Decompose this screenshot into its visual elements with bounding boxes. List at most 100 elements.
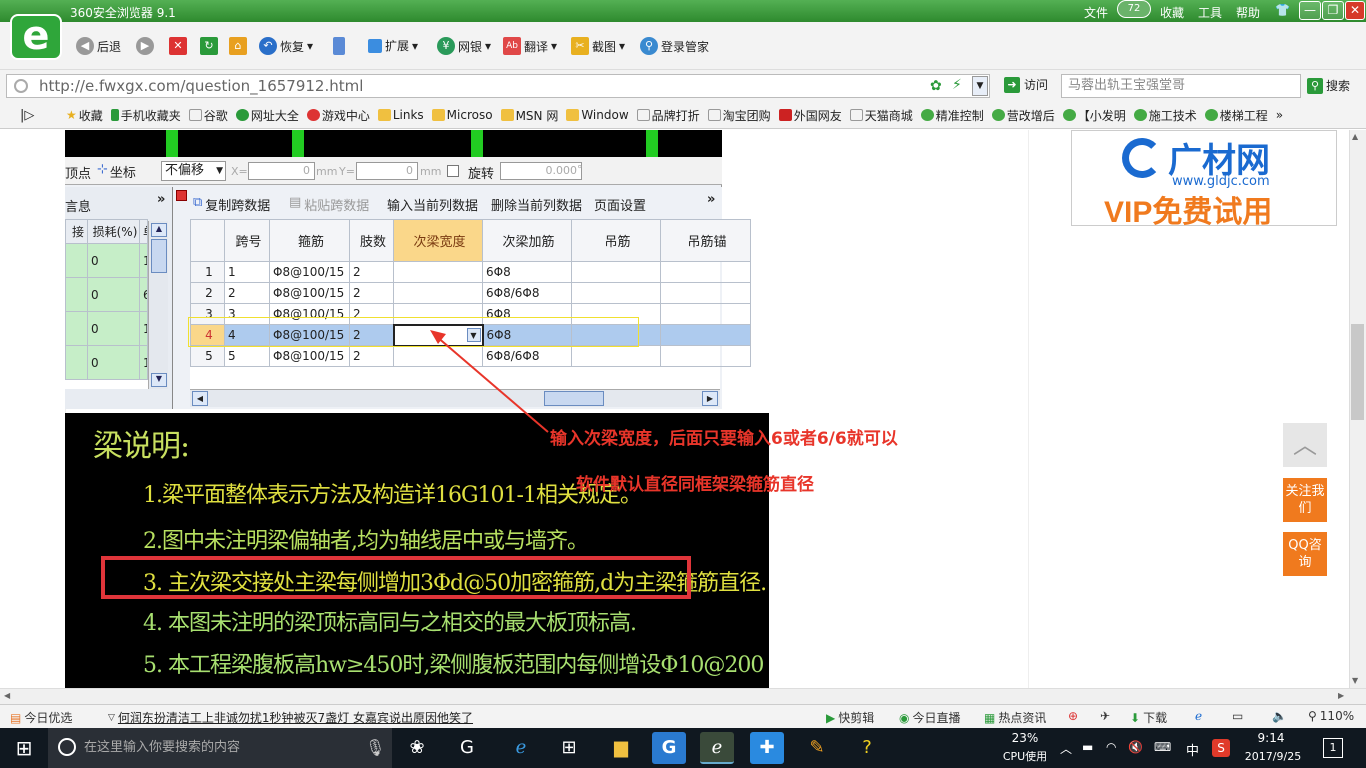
skin-shirt-icon[interactable]: 👕 <box>1275 3 1290 17</box>
follow-us-button[interactable]: 关注我们 <box>1283 478 1327 522</box>
bookmark-item[interactable]: ★ 收藏 <box>66 107 103 124</box>
stop-button[interactable]: ✕ <box>169 37 187 55</box>
address-input[interactable]: http://e.fwxgx.com/question_1657912.html <box>6 74 990 98</box>
drawing-app-icon[interactable]: ✚ <box>750 732 784 764</box>
app-icon[interactable]: G <box>450 732 484 764</box>
copy-span-button[interactable]: ⧉ 复制跨数据 <box>193 195 270 214</box>
mobile-button[interactable] <box>333 37 345 55</box>
search-input[interactable]: 马蓉出轨王宝强堂哥 <box>1061 74 1301 98</box>
rotate-input[interactable]: 0.000 <box>500 162 582 180</box>
store-icon[interactable]: ⊞ <box>552 732 586 764</box>
y-input[interactable]: 0 <box>356 162 418 180</box>
download-button[interactable]: ⬇ 下载 <box>1130 709 1167 726</box>
panel-close-icon[interactable] <box>176 190 187 201</box>
netbank-button[interactable]: ¥ 网银 ▾ <box>437 37 491 55</box>
screenshot-button[interactable]: ✂ 截图 ▾ <box>571 37 625 55</box>
grid-header[interactable]: 肢数 <box>349 219 394 262</box>
forward-button[interactable]: ▶ <box>136 37 154 55</box>
notification-center-button[interactable]: 1 <box>1323 738 1343 758</box>
clock-date[interactable]: 2017/9/25 <box>1240 750 1306 763</box>
bookmark-item[interactable]: 精准控制 <box>920 107 984 124</box>
task-view-icon[interactable]: ❀ <box>400 732 434 764</box>
zoom-control[interactable]: ⚲ 110% <box>1308 709 1354 723</box>
minimize-button[interactable]: — <box>1299 1 1321 20</box>
bookmark-item[interactable]: MSN 网 <box>500 107 558 124</box>
help-app-icon[interactable]: ? <box>850 732 884 764</box>
address-dropdown-button[interactable]: ▼ <box>972 76 988 96</box>
extend-button[interactable]: 扩展 ▾ <box>368 37 418 54</box>
bookmark-item[interactable]: 施工技术 <box>1133 107 1197 124</box>
scroll-left-icon[interactable]: ◀ <box>4 691 10 700</box>
paste-span-button[interactable]: ▤ 粘贴跨数据 <box>289 195 369 214</box>
page-hscrollbar[interactable] <box>0 688 1366 704</box>
bookmark-item[interactable]: 淘宝团购 <box>707 107 771 124</box>
medical-icon[interactable]: ⊕ <box>1068 709 1078 723</box>
bookmarks-more-button[interactable]: » <box>1276 108 1283 122</box>
menu-tools[interactable]: 工具 <box>1198 4 1222 21</box>
window-icon[interactable]: ▭ <box>1232 709 1243 723</box>
live-button[interactable]: ◉ 今日直播 <box>899 709 961 726</box>
bookmark-item[interactable]: 手机收藏夹 <box>110 107 181 124</box>
bookmark-item[interactable]: 谷歌 <box>188 107 228 124</box>
bookmark-item[interactable]: 楼梯工程 <box>1204 107 1268 124</box>
glodon-icon[interactable]: G <box>652 732 686 764</box>
ad-banner[interactable]: 广材网 www.gldjc.com VIP免费试用 <box>1071 130 1337 229</box>
bookmark-item[interactable]: Microso <box>431 108 493 122</box>
wifi-icon[interactable]: ◠ <box>1106 740 1116 754</box>
network-icon[interactable]: ▬ <box>1082 740 1093 754</box>
visit-button[interactable]: ➜ 访问 <box>1004 76 1048 93</box>
pin-icon[interactable]: ✈ <box>1100 709 1110 723</box>
today-picks-button[interactable]: ▤ 今日优选 <box>10 709 72 726</box>
home-button[interactable]: ⌂ <box>229 37 247 55</box>
grid-header-active[interactable]: 次梁宽度 <box>393 219 483 262</box>
bookmark-item[interactable]: 外国网友 <box>778 107 842 124</box>
close-button[interactable]: ✕ <box>1345 1 1365 20</box>
hot-news-button[interactable]: ▦ 热点资讯 <box>984 709 1046 726</box>
sidebar-toggle-icon[interactable]: |▷ <box>20 108 34 123</box>
news-ticker-link[interactable]: ▽ 何润东扮清洁工上非诚勿扰1秒钟被灭7盏灯 女嘉宾说出原因他笑了 <box>108 709 473 726</box>
table-row[interactable]: 1 1 Φ8@100/15 2 6Φ8 <box>190 261 751 283</box>
bookmark-item[interactable]: 游戏中心 <box>306 107 370 124</box>
bookmark-item[interactable]: 网址大全 <box>235 107 299 124</box>
login-manager-button[interactable]: ⚲ 登录管家 <box>640 37 709 55</box>
x-input[interactable]: 0 <box>248 162 315 180</box>
browser-360-icon[interactable]: ℯ <box>700 732 734 764</box>
grid-header[interactable]: 箍筋 <box>269 219 350 262</box>
panel-more-button[interactable]: » <box>157 192 165 207</box>
grid-header[interactable]: 吊筋 <box>571 219 661 262</box>
taskbar-search-input[interactable]: 在这里输入你要搜索的内容 <box>48 728 392 768</box>
back-to-top-button[interactable]: ︿ <box>1283 423 1327 467</box>
bookmark-item[interactable]: 天猫商城 <box>849 107 913 124</box>
volume-mute-icon[interactable]: 🔇 <box>1128 740 1143 754</box>
scroll-down-icon[interactable]: ▼ <box>1352 676 1358 685</box>
table-row[interactable]: 2 2 Φ8@100/15 2 6Φ8/6Φ8 <box>190 282 751 304</box>
notification-badge[interactable]: 72 <box>1117 0 1151 18</box>
bookmark-item[interactable]: 营改增后 <box>991 107 1055 124</box>
restore-button[interactable]: ↶ 恢复 ▾ <box>259 37 313 55</box>
bookmark-item[interactable]: 品牌打折 <box>636 107 700 124</box>
keyboard-icon[interactable]: ⌨ <box>1154 740 1171 754</box>
ie-icon[interactable]: ℯ <box>1195 709 1202 723</box>
offset-select[interactable]: 不偏移 ▼ <box>161 161 226 181</box>
file-explorer-icon[interactable]: ▆ <box>604 732 638 764</box>
coord-button[interactable]: ⊹ 坐标 <box>97 162 136 181</box>
panel-scrollbar[interactable]: ▲ ▼ <box>148 221 168 389</box>
vertex-label[interactable]: 顶点 <box>65 163 91 182</box>
notepad-icon[interactable]: ✎ <box>800 732 834 764</box>
tray-chevron-icon[interactable]: ︿ <box>1060 740 1072 757</box>
scroll-right-icon[interactable]: ▶ <box>1338 691 1344 700</box>
microphone-icon[interactable]: 🎙 <box>365 738 385 757</box>
grid-header[interactable]: 跨号 <box>224 219 270 262</box>
lightning-icon[interactable]: ⚡ <box>952 77 962 93</box>
rotate-checkbox[interactable] <box>447 165 459 177</box>
menu-file[interactable]: 文件 <box>1084 4 1108 21</box>
maximize-button[interactable]: ❐ <box>1322 1 1344 20</box>
actions-more-button[interactable]: » <box>707 192 715 207</box>
menu-favorites[interactable]: 收藏 <box>1160 4 1184 21</box>
page-vscroll-thumb[interactable] <box>1351 324 1364 420</box>
quick-clip-button[interactable]: ▶ 快剪辑 <box>826 709 874 726</box>
menu-help[interactable]: 帮助 <box>1236 4 1260 21</box>
qq-consult-button[interactable]: QQ咨询 <box>1283 532 1327 576</box>
bookmark-item[interactable]: Links <box>377 108 424 122</box>
ime-indicator[interactable]: 中 <box>1186 740 1199 759</box>
